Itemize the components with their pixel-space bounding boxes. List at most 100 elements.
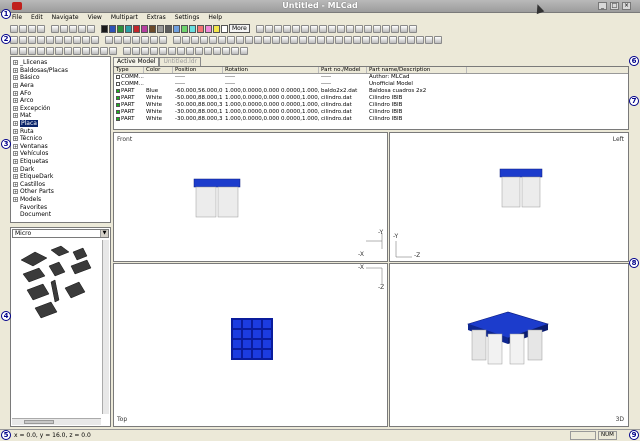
rotate-tool-icon-22[interactable] (371, 35, 379, 44)
edit-tool-icon-0[interactable] (10, 35, 18, 44)
expand-icon[interactable]: + (13, 90, 18, 96)
tree-item[interactable]: + Placa (11, 120, 110, 128)
rotate-tool-icon-16[interactable] (317, 35, 325, 44)
rotate-tool-icon-7[interactable] (236, 35, 244, 44)
color-swatch-4[interactable] (133, 24, 140, 33)
viewport-left[interactable]: Left -Y -Z (389, 132, 629, 262)
snap-tool-icon-8[interactable] (195, 46, 203, 55)
tool-icon-11[interactable] (354, 24, 363, 33)
tree-item[interactable]: + Other Parts (11, 188, 110, 196)
tool-icon-16[interactable] (399, 24, 408, 33)
tree-item[interactable]: + Dark (11, 165, 110, 173)
tree-item[interactable]: + Aera (11, 82, 110, 90)
view-tool-icon-10[interactable] (100, 46, 108, 55)
table-row[interactable]: PART White -50.000,88.000,1... 1.000,0.0000… (114, 95, 628, 102)
first-step-icon[interactable] (105, 35, 113, 44)
expand-icon[interactable]: + (13, 121, 18, 127)
snap-tool-icon-13[interactable] (240, 46, 248, 55)
color-swatch-7[interactable] (157, 24, 164, 33)
parts-preview-image[interactable] (15, 242, 103, 342)
next-step-icon[interactable] (150, 35, 158, 44)
table-row[interactable]: COMM... ----- ----- ----- Unofficial Model (114, 81, 628, 88)
tool-icon-10[interactable] (345, 24, 354, 33)
rotate-tool-icon-13[interactable] (290, 35, 298, 44)
color-swatch-5[interactable] (141, 24, 148, 33)
minimize-button[interactable]: _ (598, 2, 607, 10)
snap-tool-icon-6[interactable] (177, 46, 185, 55)
next-icon[interactable] (141, 35, 149, 44)
expand-icon[interactable]: + (13, 67, 18, 73)
column-header-type[interactable]: Type (114, 67, 144, 73)
rotate-tool-icon-17[interactable] (326, 35, 334, 44)
edit-tool-icon-1[interactable] (19, 35, 27, 44)
table-row[interactable]: PART White -30.000,88.000,3... 1.000,0.0000… (114, 116, 628, 123)
tool-icon-8[interactable] (327, 24, 336, 33)
category-dropdown[interactable]: Micro ▼ (12, 229, 109, 238)
edit-tool-icon-2[interactable] (28, 35, 36, 44)
close-button[interactable]: × (622, 2, 631, 10)
table-row[interactable]: PART White -30.000,88.000,1... 1.000,0.0000… (114, 109, 628, 116)
view-tool-icon-2[interactable] (28, 46, 36, 55)
table-row[interactable]: PART Blue -60.000,56.000,0... 1.000,0.0000,… (114, 88, 628, 95)
expand-icon[interactable]: + (13, 105, 18, 111)
rotate-tool-icon-2[interactable] (191, 35, 199, 44)
tree-item[interactable]: + Models (11, 196, 110, 204)
rotate-tool-icon-18[interactable] (335, 35, 343, 44)
menu-view[interactable]: View (86, 14, 102, 23)
tree-item[interactable]: + EtiqueDark (11, 173, 110, 181)
prev-icon[interactable] (123, 35, 131, 44)
rotate-tool-icon-9[interactable] (254, 35, 262, 44)
column-header-rotation[interactable]: Rotation (223, 67, 319, 73)
preview-horizontal-scrollbar[interactable] (12, 418, 101, 425)
snap-tool-icon-12[interactable] (231, 46, 239, 55)
expand-icon[interactable]: + (13, 83, 18, 89)
view-tool-icon-7[interactable] (73, 46, 81, 55)
viewport-top[interactable]: Top -X -Z (113, 263, 388, 427)
tool-icon-13[interactable] (372, 24, 381, 33)
edit-tool-icon-9[interactable] (91, 35, 99, 44)
expand-icon[interactable]: + (13, 136, 18, 142)
color-swatch-2[interactable] (117, 24, 124, 33)
tab-active-model[interactable]: Active Model (113, 57, 160, 66)
menu-settings[interactable]: Settings (173, 14, 200, 23)
snap-tool-icon-10[interactable] (213, 46, 221, 55)
snap-tool-icon-2[interactable] (141, 46, 149, 55)
paste-icon[interactable] (69, 24, 77, 33)
expand-icon[interactable]: + (13, 174, 18, 180)
snap-tool-icon-5[interactable] (168, 46, 176, 55)
view-tool-icon-6[interactable] (64, 46, 72, 55)
view-tool-icon-8[interactable] (82, 46, 90, 55)
tool-icon-15[interactable] (390, 24, 399, 33)
chevron-down-icon[interactable]: ▼ (100, 230, 108, 237)
edit-tool-icon-8[interactable] (82, 35, 90, 44)
viewport-front[interactable]: Front -X -Y (113, 132, 388, 262)
color-swatch-9[interactable] (173, 24, 180, 33)
tree-item[interactable]: + Arco (11, 97, 110, 105)
tool-icon-1[interactable] (264, 24, 273, 33)
menu-file[interactable]: File (10, 14, 22, 23)
tree-item[interactable]: + Básico (11, 74, 110, 82)
rotate-tool-icon-19[interactable] (344, 35, 352, 44)
color-swatch-10[interactable] (181, 24, 188, 33)
expand-icon[interactable]: + (13, 196, 18, 202)
color-swatch-1[interactable] (109, 24, 116, 33)
tree-item[interactable]: + Técnico (11, 135, 110, 143)
tree-item[interactable]: Favorites (11, 203, 110, 211)
tool-icon-9[interactable] (336, 24, 345, 33)
column-header-color[interactable]: Color (144, 67, 173, 73)
edit-tool-icon-6[interactable] (64, 35, 72, 44)
color-swatch-15[interactable] (221, 24, 228, 33)
save-file-icon[interactable] (28, 24, 36, 33)
color-swatch-3[interactable] (125, 24, 132, 33)
rotate-tool-icon-6[interactable] (227, 35, 235, 44)
view-tool-icon-11[interactable] (109, 46, 117, 55)
view-tool-icon-0[interactable] (10, 46, 18, 55)
color-swatch-6[interactable] (149, 24, 156, 33)
play-icon[interactable] (132, 35, 140, 44)
rotate-tool-icon-25[interactable] (398, 35, 406, 44)
color-swatch-8[interactable] (165, 24, 172, 33)
expand-icon[interactable]: + (13, 98, 18, 104)
snap-tool-icon-7[interactable] (186, 46, 194, 55)
tab-untitled-ldr[interactable]: Untitled.ldr (159, 57, 202, 66)
rotate-tool-icon-10[interactable] (263, 35, 271, 44)
